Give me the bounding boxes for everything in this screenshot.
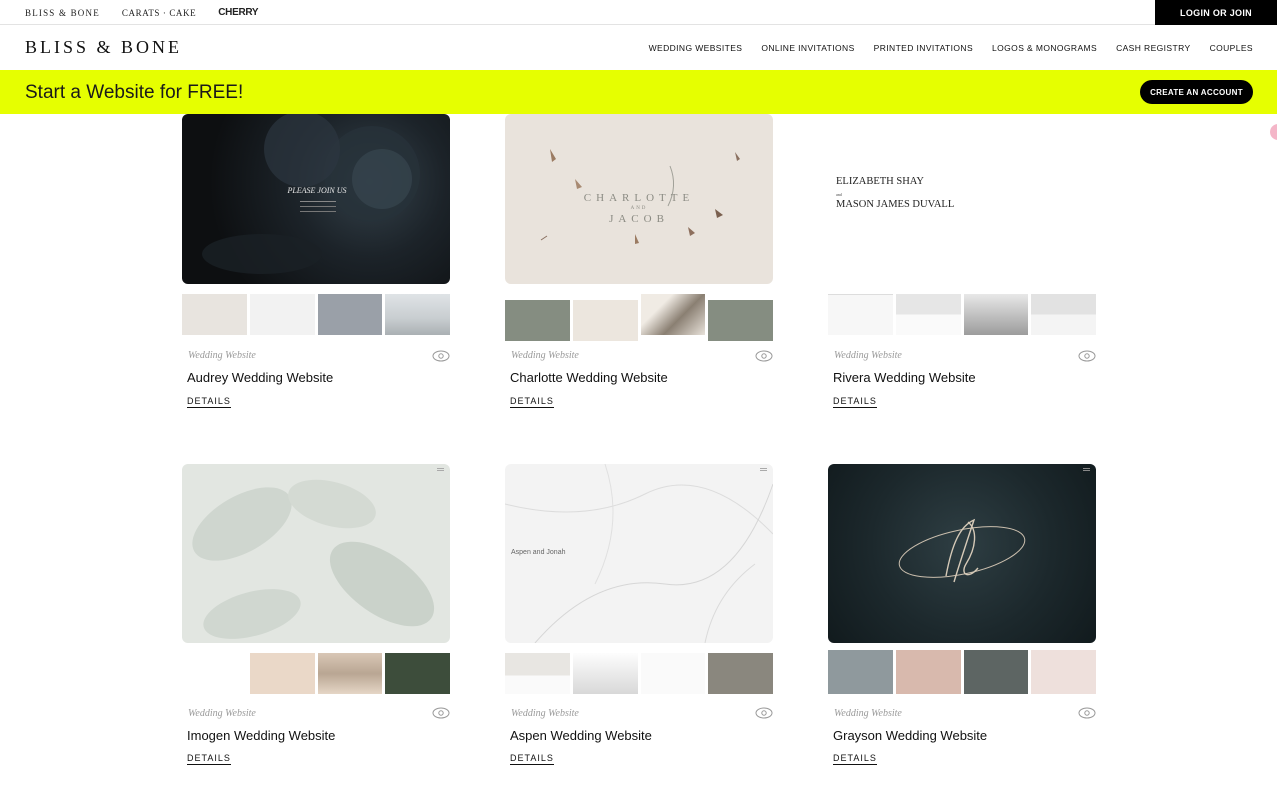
card-title[interactable]: Charlotte Wedding Website	[510, 370, 668, 385]
thumbnail[interactable]	[895, 294, 961, 335]
nav-logos-monograms[interactable]: LOGOS & MONOGRAMS	[992, 43, 1097, 53]
login-button[interactable]: LOGIN OR JOIN	[1155, 0, 1277, 25]
details-link[interactable]: DETAILS	[187, 396, 231, 408]
thumbnail[interactable]	[249, 653, 315, 694]
preview-divider	[300, 201, 336, 202]
monogram-illustration	[898, 518, 1026, 583]
template-preview-image[interactable]	[828, 464, 1096, 643]
card-title[interactable]: Audrey Wedding Website	[187, 370, 333, 385]
nav-online-invitations[interactable]: ONLINE INVITATIONS	[761, 43, 854, 53]
preview-heading-2: MASON JAMES DUVALL	[836, 199, 955, 210]
thumbnail[interactable]	[895, 650, 961, 694]
details-link[interactable]: DETAILS	[510, 396, 554, 408]
details-link[interactable]: DETAILS	[833, 753, 877, 765]
preview-heading: Aspen and Jonah	[511, 549, 566, 556]
card-type: Wedding Website	[511, 708, 579, 719]
preview-heading: PLEASE JOIN US	[287, 186, 347, 195]
preview-thumbnails	[182, 653, 450, 694]
details-link[interactable]: DETAILS	[510, 753, 554, 765]
promo-text: Start a Website for FREE!	[25, 82, 244, 103]
thumbnail[interactable]	[182, 294, 247, 335]
main-nav: WEDDING WEBSITES ONLINE INVITATIONS PRIN…	[649, 26, 1253, 70]
side-widget-icon[interactable]	[1270, 124, 1277, 140]
card-type: Wedding Website	[188, 350, 256, 361]
card-type: Wedding Website	[511, 350, 579, 361]
thumbnail[interactable]	[249, 294, 315, 335]
thumbnail[interactable]	[1031, 650, 1096, 694]
preview-thumbnails	[505, 294, 773, 341]
card-type: Wedding Website	[188, 708, 256, 719]
preview-heading: CHARLOTTE	[583, 192, 695, 204]
card-type: Wedding Website	[834, 350, 902, 361]
eye-icon[interactable]	[755, 707, 773, 719]
thumbnail[interactable]	[1031, 294, 1096, 335]
nav-cash-registry[interactable]: CASH REGISTRY	[1116, 43, 1190, 53]
card-title[interactable]: Imogen Wedding Website	[187, 728, 335, 743]
thumbnail[interactable]	[182, 653, 247, 694]
card-title[interactable]: Grayson Wedding Website	[833, 728, 987, 743]
preview-thumbnails	[828, 650, 1096, 694]
preview-thumbnails	[828, 294, 1096, 335]
peony-illustration	[202, 114, 420, 274]
template-preview-image[interactable]: ELIZABETH SHAY and MASON JAMES DUVALL	[828, 114, 1096, 284]
nav-printed-invitations[interactable]: PRINTED INVITATIONS	[874, 43, 973, 53]
preview-heading-2: JACOB	[609, 213, 669, 225]
eye-icon[interactable]	[432, 350, 450, 362]
thumbnail[interactable]	[317, 294, 383, 335]
preview-divider	[300, 206, 336, 207]
preview-and: and	[836, 192, 842, 197]
thumbnail[interactable]	[572, 300, 638, 341]
template-preview-image[interactable]: Aspen and Jonah	[505, 464, 773, 643]
thumbnail[interactable]	[505, 653, 570, 694]
template-preview-image[interactable]	[182, 464, 450, 643]
preview-heading: ELIZABETH SHAY	[836, 176, 924, 187]
thumbnail[interactable]	[385, 653, 450, 694]
brand-links: BLISS & BONE CARATS · CAKE CHERRY	[25, 0, 259, 25]
eye-icon[interactable]	[1078, 350, 1096, 362]
details-link[interactable]: DETAILS	[187, 753, 231, 765]
thumbnail[interactable]	[572, 653, 638, 694]
create-account-button[interactable]: CREATE AN ACCOUNT	[1140, 80, 1253, 104]
brand-link-carats-cake[interactable]: CARATS · CAKE	[122, 8, 196, 18]
eye-icon[interactable]	[1078, 707, 1096, 719]
preview-subheading: AND	[630, 206, 648, 211]
nav-couples[interactable]: COUPLES	[1210, 43, 1253, 53]
brand-bar: BLISS & BONE CARATS · CAKE CHERRY LOGIN …	[0, 0, 1277, 25]
card-type: Wedding Website	[834, 708, 902, 719]
eye-icon[interactable]	[432, 707, 450, 719]
brand-link-cherry[interactable]: CHERRY	[218, 7, 258, 18]
template-preview-image[interactable]: PLEASE JOIN US	[182, 114, 450, 284]
menu-icon	[760, 468, 767, 471]
main-header: BLISS & BONE WEDDING WEBSITES ONLINE INV…	[0, 26, 1277, 70]
nav-wedding-websites[interactable]: WEDDING WEBSITES	[649, 43, 743, 53]
thumbnail[interactable]	[505, 300, 570, 341]
thumbnail[interactable]	[708, 300, 773, 341]
preview-thumbnails	[505, 653, 773, 694]
thumbnail[interactable]	[963, 294, 1029, 335]
thumbnail[interactable]	[317, 653, 383, 694]
promo-banner: Start a Website for FREE! CREATE AN ACCO…	[0, 70, 1277, 114]
thumbnail[interactable]	[385, 294, 450, 335]
thumbnail[interactable]	[640, 294, 706, 335]
eye-icon[interactable]	[755, 350, 773, 362]
menu-icon	[1083, 468, 1090, 471]
leaves-illustration	[192, 479, 435, 639]
thumbnail[interactable]	[828, 650, 893, 694]
site-logo[interactable]: BLISS & BONE	[25, 37, 182, 58]
brand-link-bliss-bone[interactable]: BLISS & BONE	[25, 8, 100, 18]
preview-divider	[300, 211, 336, 212]
template-preview-image[interactable]: CHARLOTTE AND JACOB	[505, 114, 773, 284]
card-title[interactable]: Aspen Wedding Website	[510, 728, 652, 743]
details-link[interactable]: DETAILS	[833, 396, 877, 408]
thumbnail[interactable]	[828, 294, 893, 335]
preview-thumbnails	[182, 294, 450, 335]
card-title[interactable]: Rivera Wedding Website	[833, 370, 976, 385]
thumbnail[interactable]	[708, 653, 773, 694]
thumbnail[interactable]	[963, 650, 1029, 694]
menu-icon	[437, 468, 444, 471]
thumbnail[interactable]	[640, 653, 706, 694]
